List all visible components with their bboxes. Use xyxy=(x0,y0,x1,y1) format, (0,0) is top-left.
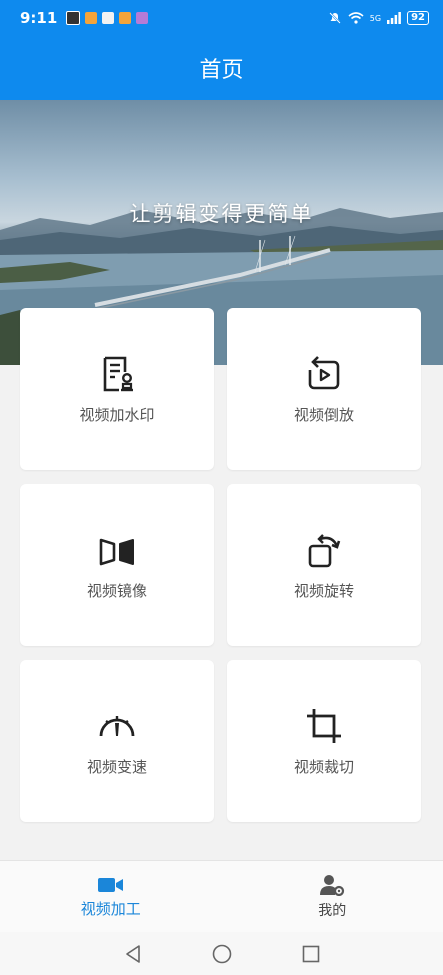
system-nav-bar xyxy=(0,932,443,975)
rotate-icon xyxy=(308,533,341,567)
notification-icon xyxy=(136,12,149,24)
watermark-label: 视频加水印 xyxy=(79,405,155,424)
mirror-card[interactable]: 视频镜像 xyxy=(20,484,214,646)
reverse-card[interactable]: 视频倒放 xyxy=(227,308,421,470)
nav-item-mine[interactable]: 我的 xyxy=(222,861,443,933)
status-time: 9:11 xyxy=(20,9,58,27)
app-bar: 首页 xyxy=(0,36,443,100)
notification-icon xyxy=(102,12,115,24)
status-right: 5G 92 xyxy=(328,11,429,25)
network-type: 5G xyxy=(369,13,382,23)
crop-icon xyxy=(307,708,341,743)
user-settings-icon xyxy=(320,875,345,896)
rotate-label: 视频旋转 xyxy=(293,581,354,600)
mirror-label: 视频镜像 xyxy=(86,581,147,600)
banner-slogan: 让剪辑变得更简单 xyxy=(129,202,314,226)
bottom-nav: 视频加工 我的 xyxy=(0,860,443,933)
home-icon[interactable] xyxy=(212,944,232,964)
rotate-card[interactable]: 视频旋转 xyxy=(227,484,421,646)
wifi-icon xyxy=(348,12,364,24)
status-left: 9:11 xyxy=(20,9,149,27)
notification-icon xyxy=(85,12,98,24)
crop-card[interactable]: 视频裁切 xyxy=(227,660,421,822)
nav-item-video-processing[interactable]: 视频加工 xyxy=(0,861,222,933)
watermark-card[interactable]: 视频加水印 xyxy=(20,308,214,470)
nav-label-mine: 我的 xyxy=(318,903,347,919)
crop-label: 视频裁切 xyxy=(293,757,354,776)
notification-icon xyxy=(66,11,81,25)
nav-label-video-processing: 视频加工 xyxy=(80,899,141,918)
page-title: 首页 xyxy=(199,58,244,83)
battery-indicator: 92 xyxy=(407,11,429,25)
watermark-icon xyxy=(103,356,133,391)
recents-icon[interactable] xyxy=(302,945,320,963)
video-camera-icon xyxy=(97,877,123,892)
back-icon[interactable] xyxy=(124,944,142,964)
signal-icon xyxy=(387,12,401,24)
mute-icon xyxy=(329,12,341,24)
notification-icon xyxy=(119,12,132,24)
reverse-play-icon xyxy=(308,355,340,389)
status-bar: 9:11 5G 92 xyxy=(0,0,443,36)
reverse-label: 视频倒放 xyxy=(293,405,354,424)
speedometer-icon xyxy=(99,715,135,736)
mirror-icon xyxy=(99,538,134,565)
speed-label: 视频变速 xyxy=(86,757,147,776)
speed-card[interactable]: 视频变速 xyxy=(20,660,214,822)
